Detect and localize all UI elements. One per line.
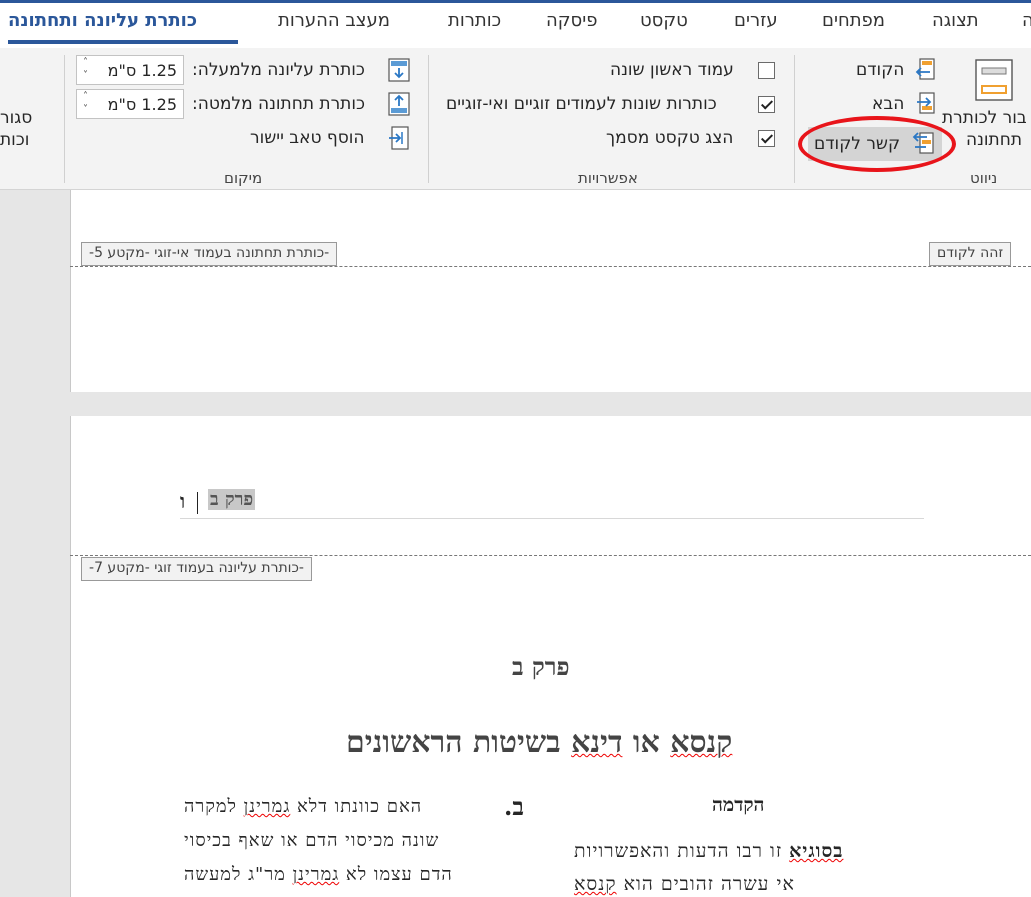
goto-footer-label-line2[interactable]: תחתונה <box>966 130 1022 150</box>
close-header-footer-line1[interactable]: סגור <box>0 108 32 128</box>
previous-button-label[interactable]: הקודם <box>856 60 904 80</box>
group-separator <box>428 55 429 183</box>
options-group-label: אפשרויות <box>578 169 638 187</box>
spin-up-icon[interactable]: ˄ <box>83 58 88 68</box>
tab-comments-designer[interactable]: מעצב ההערות <box>278 10 390 31</box>
body-word[interactable]: גמרינן <box>293 864 340 885</box>
intro-heading[interactable]: הקדמה <box>712 794 764 817</box>
spin-up-icon[interactable]: ˄ <box>83 92 88 102</box>
body-line[interactable]: הדם עצמו לא גמרינן מר"ג למעשה <box>184 864 453 885</box>
next-section-icon[interactable] <box>914 92 936 116</box>
title-word[interactable]: דינא <box>571 725 622 760</box>
body-word[interactable]: קנסא <box>574 873 617 895</box>
header-rule <box>180 518 924 519</box>
different-odd-even-label[interactable]: כותרות שונות לעמודים זוגיים ואי-זוגיים <box>446 94 717 114</box>
body-word[interactable]: למקרה <box>184 796 244 817</box>
spin-down-icon[interactable]: ˅ <box>83 105 88 115</box>
different-odd-even-checkbox[interactable] <box>758 96 775 113</box>
body-line[interactable]: שונה מכיסוי הדם או שאף בכיסוי <box>184 830 439 851</box>
title-word[interactable]: קנסא <box>670 725 732 760</box>
body-word[interactable]: הדם עצמו לא <box>339 864 453 885</box>
body-word[interactable]: האם כוונתו דלא <box>290 796 422 817</box>
section-letter[interactable]: ב. <box>504 792 524 822</box>
insert-alignment-tab-icon[interactable] <box>388 126 410 150</box>
header-boundary-line <box>70 555 1031 556</box>
footer-from-bottom-value[interactable]: 1.25 ס"מ <box>108 95 177 114</box>
position-group-label: מיקום <box>224 169 263 187</box>
tab-tools[interactable]: עזרים <box>734 10 778 31</box>
footer-boundary-line <box>70 266 1031 267</box>
header-position-icon <box>388 58 410 82</box>
insert-alignment-tab-label[interactable]: הוסף טאב יישור <box>250 128 365 148</box>
body-word[interactable]: אי עשרה זהובים הוא <box>617 873 795 895</box>
group-separator <box>64 55 65 183</box>
title-word[interactable]: בשיטות הראשונים <box>346 725 571 760</box>
different-first-page-label[interactable]: עמוד ראשון שונה <box>610 60 734 80</box>
tab-headings[interactable]: כותרות <box>448 10 501 31</box>
footer-position-icon <box>388 92 410 116</box>
document-page-previous[interactable] <box>70 190 1031 392</box>
different-first-page-checkbox[interactable] <box>758 62 775 79</box>
body-word[interactable]: זו רבו הדעות והאפשרויות <box>574 840 789 862</box>
header-from-top-spinner[interactable]: 1.25 ס"מ ˄ ˅ <box>76 55 184 85</box>
show-document-text-label[interactable]: הצג טקסט מסמך <box>606 128 733 148</box>
show-document-text-checkbox[interactable] <box>758 130 775 147</box>
body-word[interactable]: בסוגיא <box>789 840 843 862</box>
footer-from-bottom-spinner[interactable]: 1.25 ס"מ ˄ ˅ <box>76 89 184 119</box>
chapter-label[interactable]: פרק ב <box>512 652 570 682</box>
same-as-previous-tag: זהה לקודם <box>929 242 1012 266</box>
body-word[interactable]: גמרינן <box>244 796 291 817</box>
header-from-top-label: כותרת עליונה מלמעלה: <box>192 60 365 80</box>
tab-paragraph[interactable]: פיסקה <box>546 10 597 31</box>
tab-developer[interactable]: מפתחים <box>822 10 885 31</box>
tab-text[interactable]: טקסט <box>640 10 688 31</box>
header-text[interactable]: פרק ב <box>208 489 256 510</box>
goto-footer-label-line1[interactable]: בור לכותרת <box>942 108 1027 128</box>
body-line[interactable]: אי עשרה זהובים הוא קנסא <box>574 873 795 896</box>
header-from-top-value[interactable]: 1.25 ס"מ <box>108 61 177 80</box>
tab-header-footer[interactable]: כותרת עליונה ותחתונה <box>8 10 197 31</box>
spin-down-icon[interactable]: ˅ <box>83 71 88 81</box>
title-word[interactable]: או <box>622 725 670 760</box>
tab-view[interactable]: תצוגה <box>932 10 979 31</box>
active-tab-underline <box>8 40 238 44</box>
goto-footer-icon[interactable] <box>974 58 1014 102</box>
group-separator <box>794 55 795 183</box>
next-button-label[interactable]: הבא <box>872 94 904 114</box>
navigation-group-label: ניווט <box>970 169 998 187</box>
header-section-tag: -כותרת עליונה בעמוד זוגי -מקטע 7- <box>81 557 312 581</box>
header-character[interactable]: ו <box>180 489 185 514</box>
text-cursor <box>197 492 198 514</box>
footer-section-tag: -כותרת תחתונה בעמוד אי-זוגי -מקטע 5- <box>81 242 338 266</box>
previous-section-icon[interactable] <box>914 58 936 82</box>
document-margin-area <box>0 190 70 897</box>
chapter-title[interactable]: קנסא או דינא בשיטות הראשונים <box>346 725 732 760</box>
close-header-footer-line2[interactable]: וכות <box>0 130 29 150</box>
body-word[interactable]: מר"ג למעשה <box>184 864 293 885</box>
red-highlight-circle <box>798 116 956 172</box>
body-line[interactable]: האם כוונתו דלא גמרינן למקרה <box>184 796 422 817</box>
body-line[interactable]: בסוגיא זו רבו הדעות והאפשרויות <box>574 840 843 863</box>
tab-home-partial[interactable]: ה <box>1022 10 1031 31</box>
footer-from-bottom-label: כותרת תחתונה מלמטה: <box>192 94 365 114</box>
